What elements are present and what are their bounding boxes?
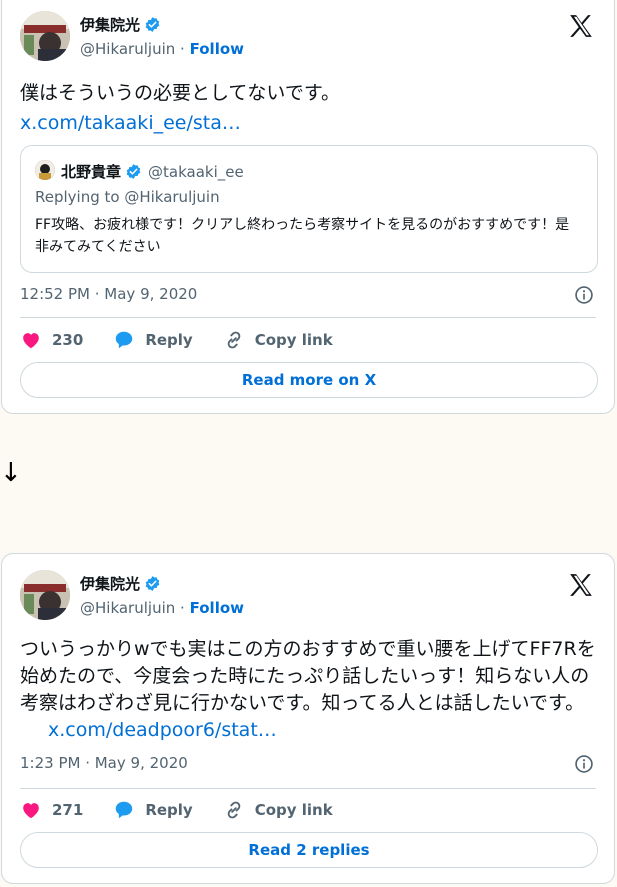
down-arrow: ↓ <box>0 458 22 488</box>
author-name[interactable]: 伊集院光 <box>80 573 161 594</box>
read-replies-button[interactable]: Read 2 replies <box>20 832 598 868</box>
action-bar: 271 Reply Copy link <box>20 799 363 821</box>
separator-dot: · <box>180 40 185 58</box>
read-more-button[interactable]: Read more on X <box>20 362 598 398</box>
quoted-tweet[interactable]: 北野貴章 @takaaki_ee Replying to @Hikaruljui… <box>20 145 598 273</box>
heart-icon <box>23 803 39 819</box>
link-icon <box>227 331 240 349</box>
copy-link-label: Copy link <box>254 331 333 349</box>
tweet-text: 僕はそういうの必要としてないです。 x.com/takaaki_ee/sta… <box>20 80 596 137</box>
reply-label: Reply <box>145 801 193 819</box>
speech-bubble-icon <box>116 331 133 349</box>
tweet-card-1: 伊集院光 @Hikaruljuin · Follow 僕はそういうの必要としてな… <box>1 0 615 414</box>
author-avatar[interactable] <box>20 570 70 620</box>
author-handle-line: @Hikaruljuin · Follow <box>80 599 244 617</box>
quoted-text: FF攻略、お疲れ様です！クリアし終わったら考察サイトを見るのがおすすめです！是非… <box>35 217 570 255</box>
author-avatar[interactable] <box>20 11 70 61</box>
tweet-timestamp[interactable]: 12:52 PM · May 9, 2020 <box>20 285 197 303</box>
info-icon[interactable] <box>574 285 594 305</box>
tweet-timestamp[interactable]: 1:23 PM · May 9, 2020 <box>20 754 188 772</box>
quoted-handle: @takaaki_ee <box>148 162 244 181</box>
reply-button[interactable]: Reply <box>113 799 193 821</box>
quoted-display-name: 北野貴章 <box>61 163 122 181</box>
author-handle[interactable]: @Hikaruljuin <box>80 599 175 617</box>
tweet-body: ついうっかりwでも実はこの方のおすすめで重い腰を上げてFF7Rを始めたので、今度… <box>20 638 596 714</box>
like-count: 230 <box>52 331 84 349</box>
heart-icon <box>23 333 39 349</box>
reply-button[interactable]: Reply <box>113 329 193 351</box>
verified-badge-icon <box>145 17 160 32</box>
reply-label: Reply <box>145 331 193 349</box>
link-icon <box>227 801 240 819</box>
tweet-body: 僕はそういうの必要としてないです。 <box>20 82 340 104</box>
divider <box>20 317 596 318</box>
verified-badge-icon <box>126 164 141 179</box>
copy-link-label: Copy link <box>254 801 333 819</box>
quoted-author-avatar <box>35 160 55 180</box>
x-logo-icon[interactable] <box>568 572 594 598</box>
verified-badge-icon <box>145 576 160 591</box>
author-handle[interactable]: @Hikaruljuin <box>80 40 175 58</box>
tweet-link[interactable]: x.com/deadpoor6/stat… <box>48 719 277 741</box>
tweet-text: ついうっかりwでも実はこの方のおすすめで重い腰を上げてFF7Rを始めたので、今度… <box>20 636 596 744</box>
replying-to: Replying to @Hikaruljuin <box>35 188 220 206</box>
x-logo-icon[interactable] <box>568 13 594 39</box>
quoted-author: 北野貴章 @takaaki_ee <box>61 161 244 182</box>
author-display-name[interactable]: 伊集院光 <box>80 573 140 594</box>
action-bar: 230 Reply Copy link <box>20 329 363 351</box>
like-count: 271 <box>52 801 84 819</box>
copy-link-button[interactable]: Copy link <box>223 329 333 351</box>
speech-bubble-icon <box>116 801 133 819</box>
author-display-name[interactable]: 伊集院光 <box>80 14 140 35</box>
divider <box>20 788 596 789</box>
tweet-card-2: 伊集院光 @Hikaruljuin · Follow ついうっかりwでも実はこの… <box>1 553 615 884</box>
tweet-link[interactable]: x.com/takaaki_ee/sta… <box>20 110 596 137</box>
follow-button[interactable]: Follow <box>190 40 244 58</box>
separator-dot: · <box>180 599 185 617</box>
like-button[interactable]: 271 <box>20 799 83 821</box>
like-button[interactable]: 230 <box>20 329 83 351</box>
copy-link-button[interactable]: Copy link <box>223 799 333 821</box>
follow-button[interactable]: Follow <box>190 599 244 617</box>
info-icon[interactable] <box>574 754 594 774</box>
author-name[interactable]: 伊集院光 <box>80 14 161 35</box>
author-handle-line: @Hikaruljuin · Follow <box>80 40 244 58</box>
